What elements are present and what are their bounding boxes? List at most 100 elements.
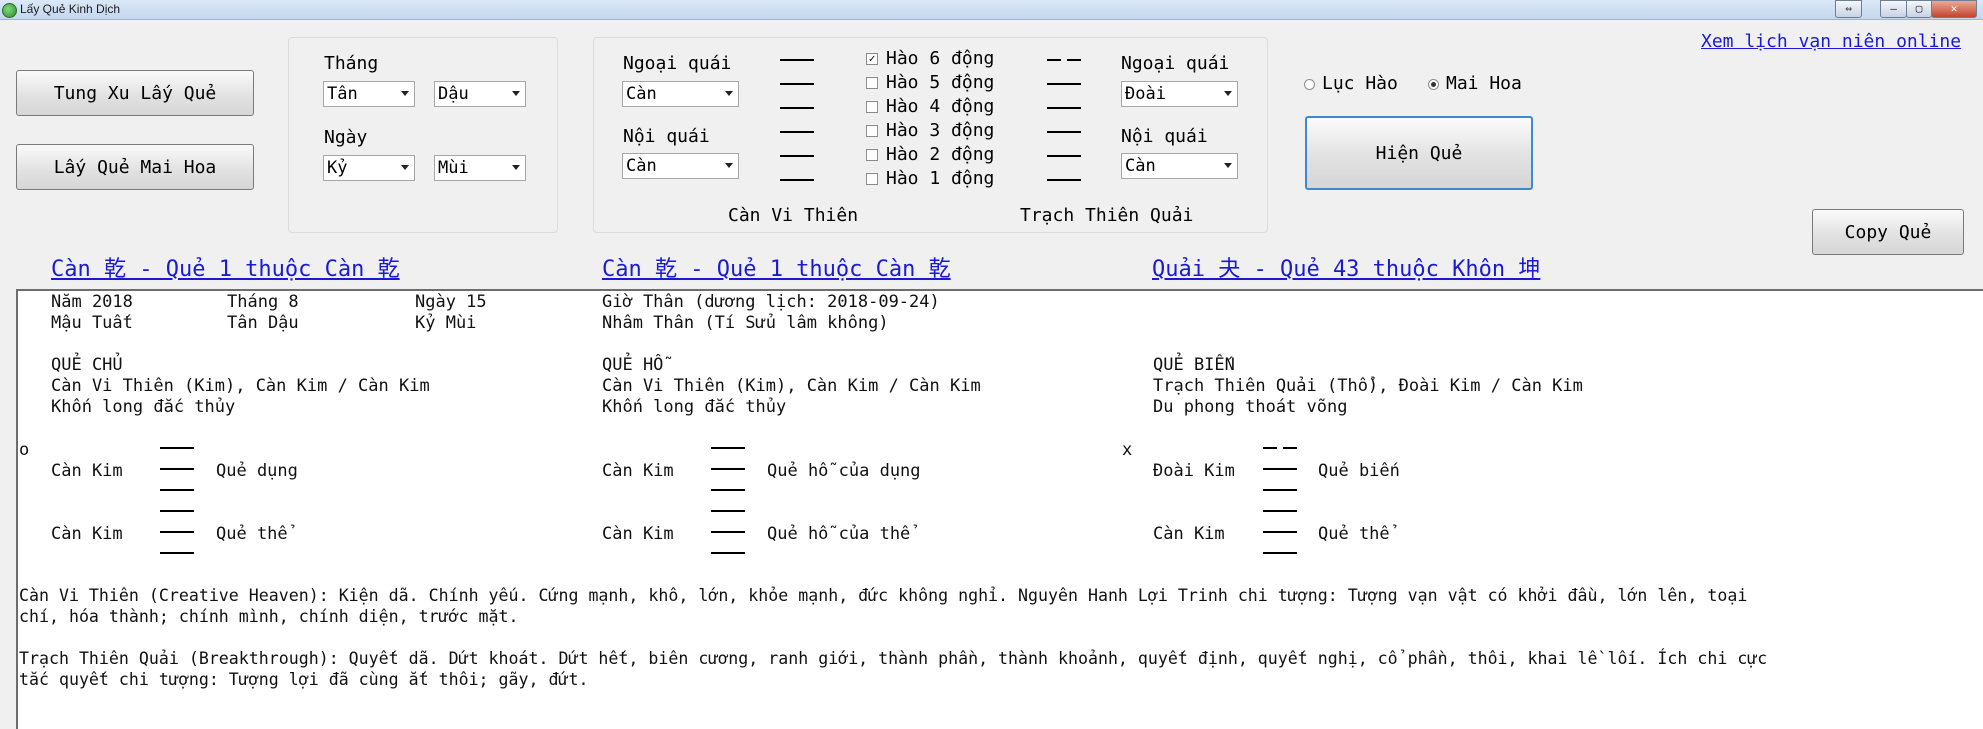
changed-line-6 [1047, 59, 1081, 61]
chevron-down-icon [725, 91, 733, 96]
chu-lower-trigram: Càn Kim [51, 524, 123, 544]
maximize-icon[interactable]: ▢ [1906, 0, 1932, 18]
chevron-down-icon [1224, 91, 1232, 96]
changed-line-3 [1047, 131, 1081, 133]
que-bien-line1: Trạch Thiên Quải (Thổ), Đoài Kim / Càn K… [1153, 376, 1583, 396]
bien-line-6 [1263, 447, 1297, 449]
hexagram-line-4 [780, 107, 814, 109]
checkbox-icon [866, 149, 878, 161]
thang-chi-select[interactable]: Dậu [434, 81, 526, 107]
ngoai-quai-right-select[interactable]: Đoài [1121, 81, 1238, 107]
thang-chi-value: Dậu [438, 84, 469, 104]
noi-quai-left-select[interactable]: Càn [622, 153, 739, 179]
ho-line-2 [711, 531, 745, 533]
day-text: Ngày 15 [415, 292, 487, 312]
mai-hoa-button[interactable]: Lấy Quẻ Mai Hoa [16, 144, 254, 190]
noi-quai-right-value: Càn [1125, 156, 1156, 176]
ho-upper-trigram: Càn Kim [602, 461, 674, 481]
chu-lower-role: Quẻ thể [216, 524, 288, 544]
que-bien-heading[interactable]: Quải 夬 - Quẻ 43 thuộc Khôn 坤 [1152, 251, 1540, 283]
chevron-down-icon [401, 91, 409, 96]
hexagram-line-6 [780, 59, 814, 61]
hao-6-label: Hào 6 động [886, 48, 995, 69]
noi-quai-left-label: Nội quái [623, 126, 710, 147]
mai-hoa-label: Mai Hoa [1446, 73, 1522, 94]
calendar-link[interactable]: Xem lịch vạn niên online [1701, 31, 1961, 52]
ho-line-4 [711, 489, 745, 491]
changed-line-4 [1047, 107, 1081, 109]
que-bien-title: QUẺ BIẾN [1153, 355, 1235, 375]
chevron-down-icon [512, 91, 520, 96]
ho-lower-role: Quẻ hỗ của thể [767, 524, 911, 544]
hao-1-label: Hào 1 động [886, 168, 995, 189]
thang-can-select[interactable]: Tân [323, 81, 415, 107]
year-can-chi: Mậu Tuất [51, 313, 133, 333]
changed-line-marker: x [1122, 440, 1133, 460]
chu-line-2 [160, 531, 194, 533]
bien-line-3 [1263, 510, 1297, 512]
hexagram-line-3 [780, 131, 814, 133]
changed-line-2 [1047, 155, 1081, 157]
hexagram-line-2 [780, 155, 814, 157]
checkbox-checked-icon: ✓ [866, 53, 878, 65]
hour-can-chi: Nhâm Thân (Tí Sửu lâm không) [602, 313, 889, 333]
year-text: Năm 2018 [51, 292, 133, 312]
chu-line-6 [160, 447, 194, 449]
ngay-can-select[interactable]: Kỷ [323, 155, 415, 181]
description-1-line2: chí, hóa thành; chính mình, chính diện, … [19, 607, 519, 626]
ho-lower-trigram: Càn Kim [602, 524, 674, 544]
description-2-line1: Trạch Thiên Quải (Breakthrough): Quyết d… [19, 649, 1768, 668]
ho-line-1 [711, 552, 745, 554]
que-ho-heading[interactable]: Càn 乾 - Quẻ 1 thuộc Càn 乾 [602, 251, 951, 283]
ngoai-quai-left-label: Ngoại quái [623, 53, 732, 74]
checkbox-icon [866, 173, 878, 185]
bien-line-4 [1263, 489, 1297, 491]
bien-lower-trigram: Càn Kim [1153, 524, 1225, 544]
checkbox-icon [866, 101, 878, 113]
close-icon[interactable]: ✕ [1931, 0, 1977, 18]
ho-line-5 [711, 468, 745, 470]
thang-label: Tháng [324, 53, 379, 74]
ngoai-quai-left-value: Càn [626, 84, 657, 104]
hour-text: Giờ Thân (dương lịch: 2018-09-24) [602, 292, 940, 312]
minimize-icon[interactable]: – [1880, 0, 1907, 18]
chevron-down-icon [1224, 163, 1232, 168]
chu-upper-role: Quẻ dụng [216, 461, 298, 481]
moving-line-marker: o [19, 440, 30, 460]
hien-que-button[interactable]: Hiện Quẻ [1305, 116, 1533, 190]
ngoai-quai-left-select[interactable]: Càn [622, 81, 739, 107]
checkbox-icon [866, 77, 878, 89]
day-can-chi: Kỷ Mùi [415, 313, 477, 333]
chu-upper-trigram: Càn Kim [51, 461, 123, 481]
que-chu-line2: Khốn long đắc thủy [51, 397, 236, 417]
chevron-down-icon [512, 165, 520, 170]
noi-quai-left-value: Càn [626, 156, 657, 176]
checkbox-icon [866, 125, 878, 137]
ngay-label: Ngày [324, 127, 368, 148]
left-hexagram-name: Càn Vi Thiên [728, 205, 859, 226]
hexagram-line-5 [780, 83, 814, 85]
que-ho-line1: Càn Vi Thiên (Kim), Càn Kim / Càn Kim [602, 376, 981, 396]
ho-line-6 [711, 447, 745, 449]
result-textbox[interactable]: Năm 2018 Tháng 8 Ngày 15 Giờ Thân (dương… [16, 289, 1983, 729]
que-chu-heading[interactable]: Càn 乾 - Quẻ 1 thuộc Càn 乾 [51, 251, 400, 283]
que-chu-line1: Càn Vi Thiên (Kim), Càn Kim / Càn Kim [51, 376, 430, 396]
tung-xu-button[interactable]: Tung Xu Lấy Quẻ [16, 70, 254, 116]
chu-line-1 [160, 552, 194, 554]
noi-quai-right-label: Nội quái [1121, 126, 1208, 147]
bien-line-1 [1263, 552, 1297, 554]
radio-icon [1304, 79, 1315, 90]
title-bar: Lấy Quẻ Kinh Dịch ⇔ – ▢ ✕ [0, 0, 1983, 20]
ngoai-quai-right-label: Ngoại quái [1121, 53, 1230, 74]
noi-quai-right-select[interactable]: Càn [1121, 153, 1238, 179]
que-bien-line2: Du phong thoát võng [1153, 397, 1348, 417]
copy-que-button[interactable]: Copy Quẻ [1812, 209, 1964, 255]
luc-hao-label: Lục Hào [1322, 73, 1398, 94]
ho-line-3 [711, 510, 745, 512]
hexagram-line-1 [780, 179, 814, 181]
restore-icon[interactable]: ⇔ [1835, 0, 1862, 18]
thang-can-value: Tân [327, 84, 358, 104]
changed-line-1 [1047, 179, 1081, 181]
month-text: Tháng 8 [227, 292, 299, 312]
ngay-chi-select[interactable]: Mùi [434, 155, 526, 181]
